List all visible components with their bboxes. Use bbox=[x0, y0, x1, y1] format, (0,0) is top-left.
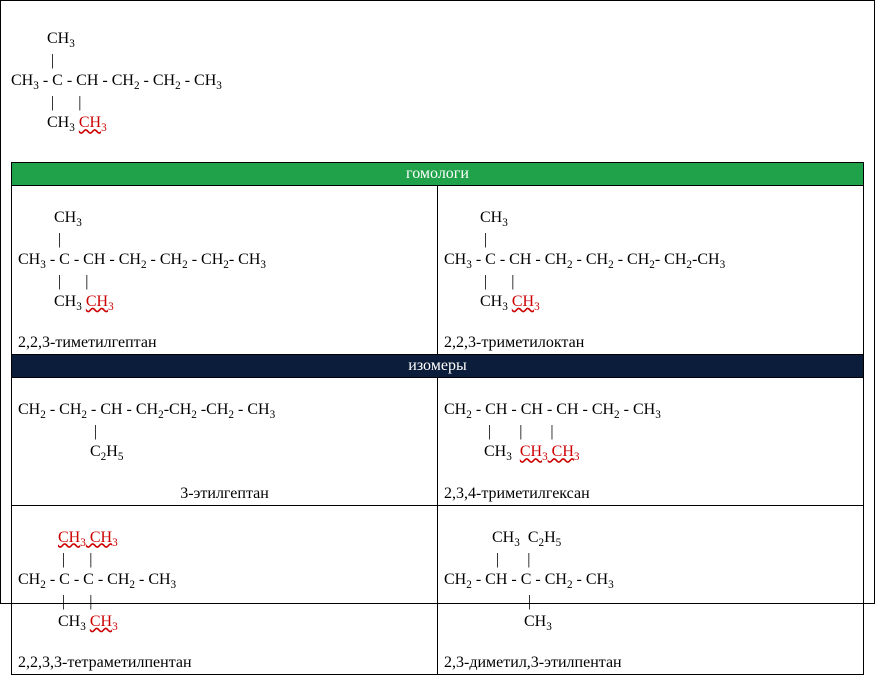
homolog-right-cell: CH3 | CH3 - C - CH - CH2 - CH2 - CH2- CH… bbox=[438, 185, 864, 355]
top-formula: CH3 | CH3 - C - CH - CH2 - CH2 - CH3 | |… bbox=[11, 9, 864, 156]
hl-l5: CH3 CH3 bbox=[18, 293, 114, 310]
hr-l4: | | bbox=[444, 273, 514, 290]
i1l-l3: C2H5 bbox=[18, 443, 123, 460]
hl-l4: | | bbox=[18, 273, 88, 290]
header-homologs: гомологи bbox=[12, 162, 864, 185]
i1r-l2: | | | bbox=[444, 423, 554, 440]
i1r-l3: CH3 CH3 CH3 bbox=[444, 443, 579, 460]
i1l-l2: | bbox=[18, 423, 97, 440]
i1l-l1: CH2 - CH2 - CH - CH2-CH2 -CH2 - CH3 bbox=[18, 401, 275, 418]
hr-l2: | bbox=[444, 231, 487, 248]
hr-l1: CH3 bbox=[444, 209, 508, 226]
i2l-l5: CH3 CH3 bbox=[18, 613, 118, 630]
isomer-r2-left-name: 2,2,3,3-тетраметилпентан bbox=[18, 654, 431, 672]
isomer-r1-right: CH2 - CH - CH - CH - CH2 - CH3 | | | CH3… bbox=[438, 378, 864, 505]
homolog-left-cell: CH3 | CH3 - C - CH - CH2 - CH2 - CH2- CH… bbox=[12, 185, 438, 355]
top-l4: | | bbox=[11, 94, 81, 111]
header-isomers: изомеры bbox=[12, 355, 864, 378]
isomer-r1-left-name: 3-этилгептан bbox=[18, 485, 431, 503]
i2r-l3: CH2 - CH - C - CH2 - CH3 bbox=[444, 571, 614, 588]
i2r-l5: CH3 bbox=[444, 613, 552, 630]
homolog-left-name: 2,2,3-тиметилгептан bbox=[18, 334, 431, 352]
i2r-l2: | | bbox=[444, 551, 530, 568]
hr-l5: CH3 CH3 bbox=[444, 293, 540, 310]
page-frame: CH3 | CH3 - C - CH - CH2 - CH2 - CH3 | |… bbox=[0, 0, 875, 604]
i2l-l4: | | bbox=[18, 593, 92, 610]
isomer-r2-right: CH3 C2H5 | | CH2 - CH - C - CH2 - CH3 | … bbox=[438, 505, 864, 675]
top-l2: | bbox=[11, 52, 54, 69]
i2r-l4: | bbox=[444, 593, 531, 610]
isomer-r1-right-name: 2,3,4-триметилгексан bbox=[444, 485, 857, 503]
i2l-l1: CH3 CH3 bbox=[18, 529, 118, 546]
i2r-l1: CH3 C2H5 bbox=[444, 529, 561, 546]
hl-l2: | bbox=[18, 231, 61, 248]
hl-l1: CH3 bbox=[18, 209, 82, 226]
hl-l3: CH3 - C - CH - CH2 - CH2 - CH2- CH3 bbox=[18, 251, 266, 268]
isomer-r2-right-name: 2,3-диметил,3-этилпентан bbox=[444, 654, 857, 672]
hr-l3: CH3 - C - CH - CH2 - CH2 - CH2- CH2-CH3 bbox=[444, 251, 725, 268]
main-table: гомологи CH3 | CH3 - C - CH - CH2 - CH2 … bbox=[11, 162, 864, 675]
i1r-l1: CH2 - CH - CH - CH - CH2 - CH3 bbox=[444, 401, 661, 418]
i2l-l3: CH2 - C - C - CH2 - CH3 bbox=[18, 571, 176, 588]
homolog-right-name: 2,2,3-триметилоктан bbox=[444, 334, 857, 352]
isomer-r1-left: CH2 - CH2 - CH - CH2-CH2 -CH2 - CH3 | C2… bbox=[12, 378, 438, 505]
top-l1: CH3 bbox=[11, 30, 75, 47]
isomer-r2-left: CH3 CH3 | | CH2 - C - C - CH2 - CH3 | | … bbox=[12, 505, 438, 675]
top-l5: CH3 CH3 bbox=[11, 114, 107, 131]
top-l3: CH3 - C - CH - CH2 - CH2 - CH3 bbox=[11, 72, 222, 89]
i2l-l2: | | bbox=[18, 551, 92, 568]
